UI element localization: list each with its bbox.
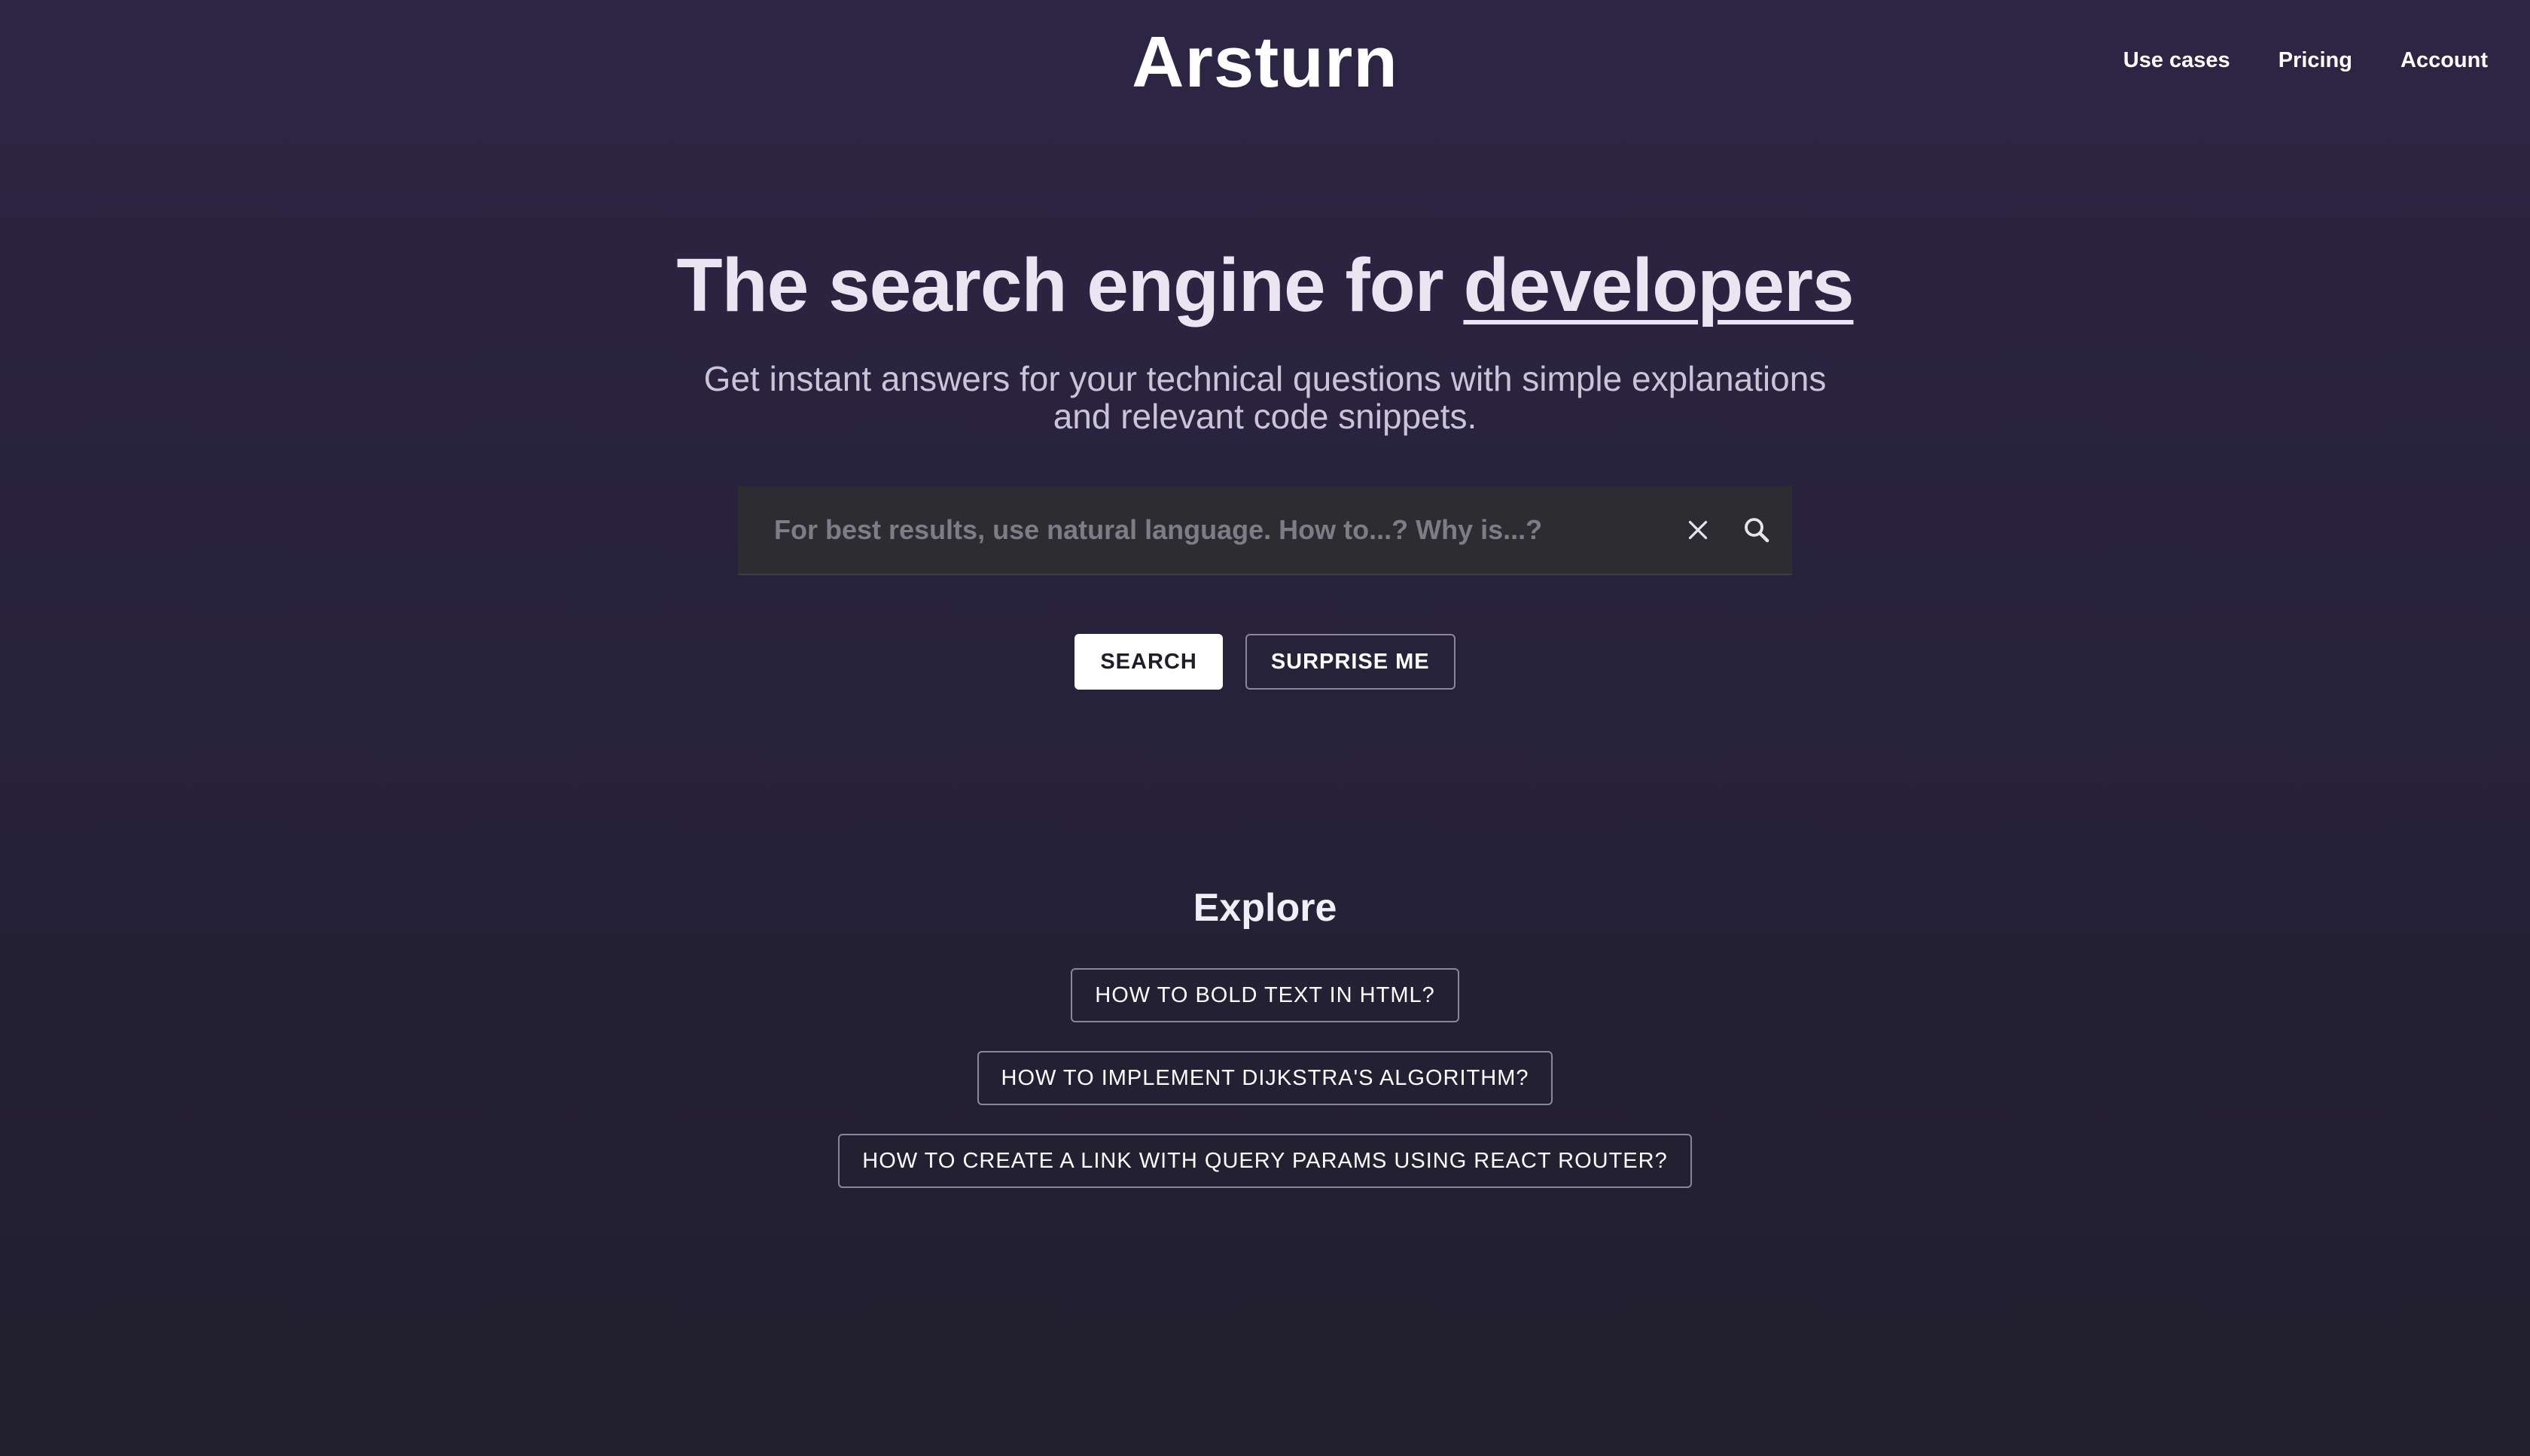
search-button[interactable]: SEARCH bbox=[1074, 634, 1223, 690]
explore-item-react-router[interactable]: HOW TO CREATE A LINK WITH QUERY PARAMS U… bbox=[838, 1134, 1692, 1188]
headline-accent: developers bbox=[1463, 243, 1854, 327]
nav-account[interactable]: Account bbox=[2400, 48, 2488, 73]
search-icon[interactable] bbox=[1727, 501, 1786, 559]
hero-subtitle: Get instant answers for your technical q… bbox=[703, 359, 1827, 436]
hero-headline: The search engine for developers bbox=[0, 242, 2530, 329]
search-actions: SEARCH SURPRISE ME bbox=[0, 634, 2530, 690]
headline-prefix: The search engine for bbox=[676, 243, 1464, 327]
top-nav: Use cases Pricing Account bbox=[2123, 48, 2488, 73]
explore-list: HOW TO BOLD TEXT IN HTML? HOW TO IMPLEME… bbox=[0, 968, 2530, 1188]
explore-item-dijkstra[interactable]: HOW TO IMPLEMENT DIJKSTRA'S ALGORITHM? bbox=[977, 1051, 1553, 1105]
explore-title: Explore bbox=[1193, 886, 1337, 930]
search-input[interactable] bbox=[738, 486, 1669, 574]
nav-use-cases[interactable]: Use cases bbox=[2123, 48, 2230, 73]
surprise-me-button[interactable]: SURPRISE ME bbox=[1245, 634, 1456, 690]
search-box bbox=[738, 486, 1792, 575]
nav-pricing[interactable]: Pricing bbox=[2279, 48, 2352, 73]
close-icon[interactable] bbox=[1669, 501, 1727, 559]
explore-item-bold-text[interactable]: HOW TO BOLD TEXT IN HTML? bbox=[1071, 968, 1459, 1022]
